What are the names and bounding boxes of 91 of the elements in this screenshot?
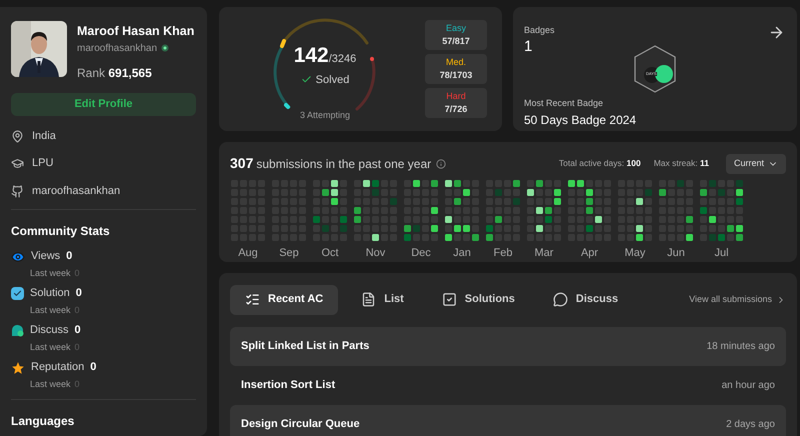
month-label: Mar — [534, 246, 554, 261]
month-label: Jul — [714, 246, 729, 261]
activity-heatmap-drawing — [486, 180, 520, 241]
arrow-right-icon[interactable] — [768, 24, 785, 41]
badge-drawing — [632, 44, 678, 94]
profile-info-text: LPU — [32, 156, 54, 172]
activity-heatmap-drawing — [445, 180, 479, 241]
stat-value: 0 — [76, 286, 82, 302]
document-icon — [361, 292, 376, 307]
activity-heatmap-drawing — [618, 180, 652, 241]
leaf-icon — [161, 44, 170, 52]
stat-label: Solution — [30, 286, 70, 302]
tab[interactable]: Recent AC — [230, 284, 338, 314]
stat-label: Reputation — [31, 360, 84, 376]
view-all-link[interactable]: View all submissions — [689, 292, 786, 306]
month-label: Jun — [667, 246, 685, 261]
star-icon — [11, 360, 25, 374]
month-label: Aug — [238, 246, 258, 261]
submission-time: 2 days ago — [726, 418, 775, 432]
month-label: Jan — [453, 246, 471, 261]
month-label: Nov — [366, 246, 386, 261]
solved-label: Solved — [316, 72, 350, 88]
attempting-text: 3 Attempting — [300, 109, 350, 122]
activity-heatmap-drawing — [354, 180, 397, 241]
username: maroofhasankhan — [77, 42, 158, 56]
eye-icon — [11, 250, 25, 264]
month-label: Apr — [580, 246, 598, 261]
activity-heatmap-drawing — [700, 180, 743, 241]
stat-value: 0 — [74, 323, 81, 338]
stat-value: 0 — [90, 360, 96, 376]
section-heading: Languages — [11, 413, 76, 430]
year-dropdown[interactable]: Current — [726, 154, 786, 174]
chat-bubble-icon — [552, 292, 568, 307]
active-days-text: Total active days: 100 — [558, 157, 641, 170]
chat-bubble-icon — [11, 324, 24, 337]
section-heading: Community Stats — [11, 223, 111, 240]
tab[interactable]: Solutions — [426, 284, 530, 314]
activity-heatmap-drawing — [527, 180, 561, 241]
month-label: Sep — [279, 246, 299, 261]
recent-badge-name: 50 Days Badge 2024 — [524, 112, 638, 129]
month-label: Dec — [411, 246, 431, 261]
difficulty-label: Easy — [446, 22, 466, 35]
problem-title: Insertion Sort List — [241, 378, 336, 393]
submission-row[interactable]: Insertion Sort List an hour ago — [230, 366, 786, 404]
stat-label: Discuss — [30, 323, 69, 338]
difficulty-label: Med. — [446, 56, 466, 68]
github-icon — [11, 184, 24, 198]
difficulty-count: 7/726 — [444, 103, 468, 116]
calendar-title: submissions in the past one year — [256, 156, 432, 172]
submission-row[interactable]: Split Linked List in Parts 18 minutes ago — [230, 326, 786, 366]
max-streak-text: Max streak: 11 — [654, 157, 709, 170]
submission-time: an hour ago — [722, 378, 775, 392]
graduation-cap-icon — [11, 157, 24, 170]
activity-heatmap-drawing — [404, 180, 438, 241]
location-pin-icon — [11, 130, 24, 142]
stat-sub-label: Last week — [30, 266, 71, 280]
checklist-icon — [245, 292, 260, 307]
stat-sub-label: Last week — [30, 304, 71, 317]
submission-count: 307 — [230, 154, 254, 173]
stat-label: Views — [31, 249, 60, 264]
checkbox-icon — [442, 292, 457, 307]
profile-name: Maroof Hasan Khan — [77, 23, 194, 40]
solved-count: 142 — [294, 43, 329, 69]
stat-sub-label: Last week — [30, 340, 71, 354]
difficulty-label: Hard — [446, 90, 466, 102]
tab[interactable]: Discuss — [538, 284, 634, 314]
stat-value: 0 — [66, 249, 72, 264]
difficulty-count: 78/1703 — [440, 69, 472, 82]
month-label: Feb — [494, 246, 512, 261]
recent-badge-label: Most Recent Badge — [524, 97, 604, 110]
difficulty-count: 57/817 — [442, 35, 470, 48]
badges-label: Badges — [524, 24, 555, 37]
badges-count: 1 — [524, 38, 532, 56]
month-label: Oct — [321, 246, 339, 261]
activity-heatmap-drawing — [568, 180, 611, 241]
tab[interactable]: List — [346, 284, 419, 314]
submission-row[interactable]: Design Circular Queue 2 days ago — [230, 404, 786, 436]
stat-sub-label: Last week — [30, 378, 71, 391]
edit-profile-button[interactable]: Edit Profile — [11, 92, 196, 116]
submission-time: 18 minutes ago — [706, 340, 775, 354]
solved-total: /3246 — [328, 52, 356, 67]
problem-title: Design Circular Queue — [241, 416, 360, 432]
rank-text: Rank 691,565 — [77, 64, 153, 82]
checkbox-icon — [11, 287, 24, 300]
activity-heatmap-drawing — [313, 180, 347, 241]
problem-title: Split Linked List in Parts — [241, 338, 370, 354]
info-icon — [436, 158, 446, 168]
profile-info-text: maroofhasankhan — [32, 184, 120, 199]
month-label: May — [624, 246, 646, 261]
activity-heatmap-drawing — [659, 180, 693, 241]
profile-info-text: India — [32, 128, 56, 144]
